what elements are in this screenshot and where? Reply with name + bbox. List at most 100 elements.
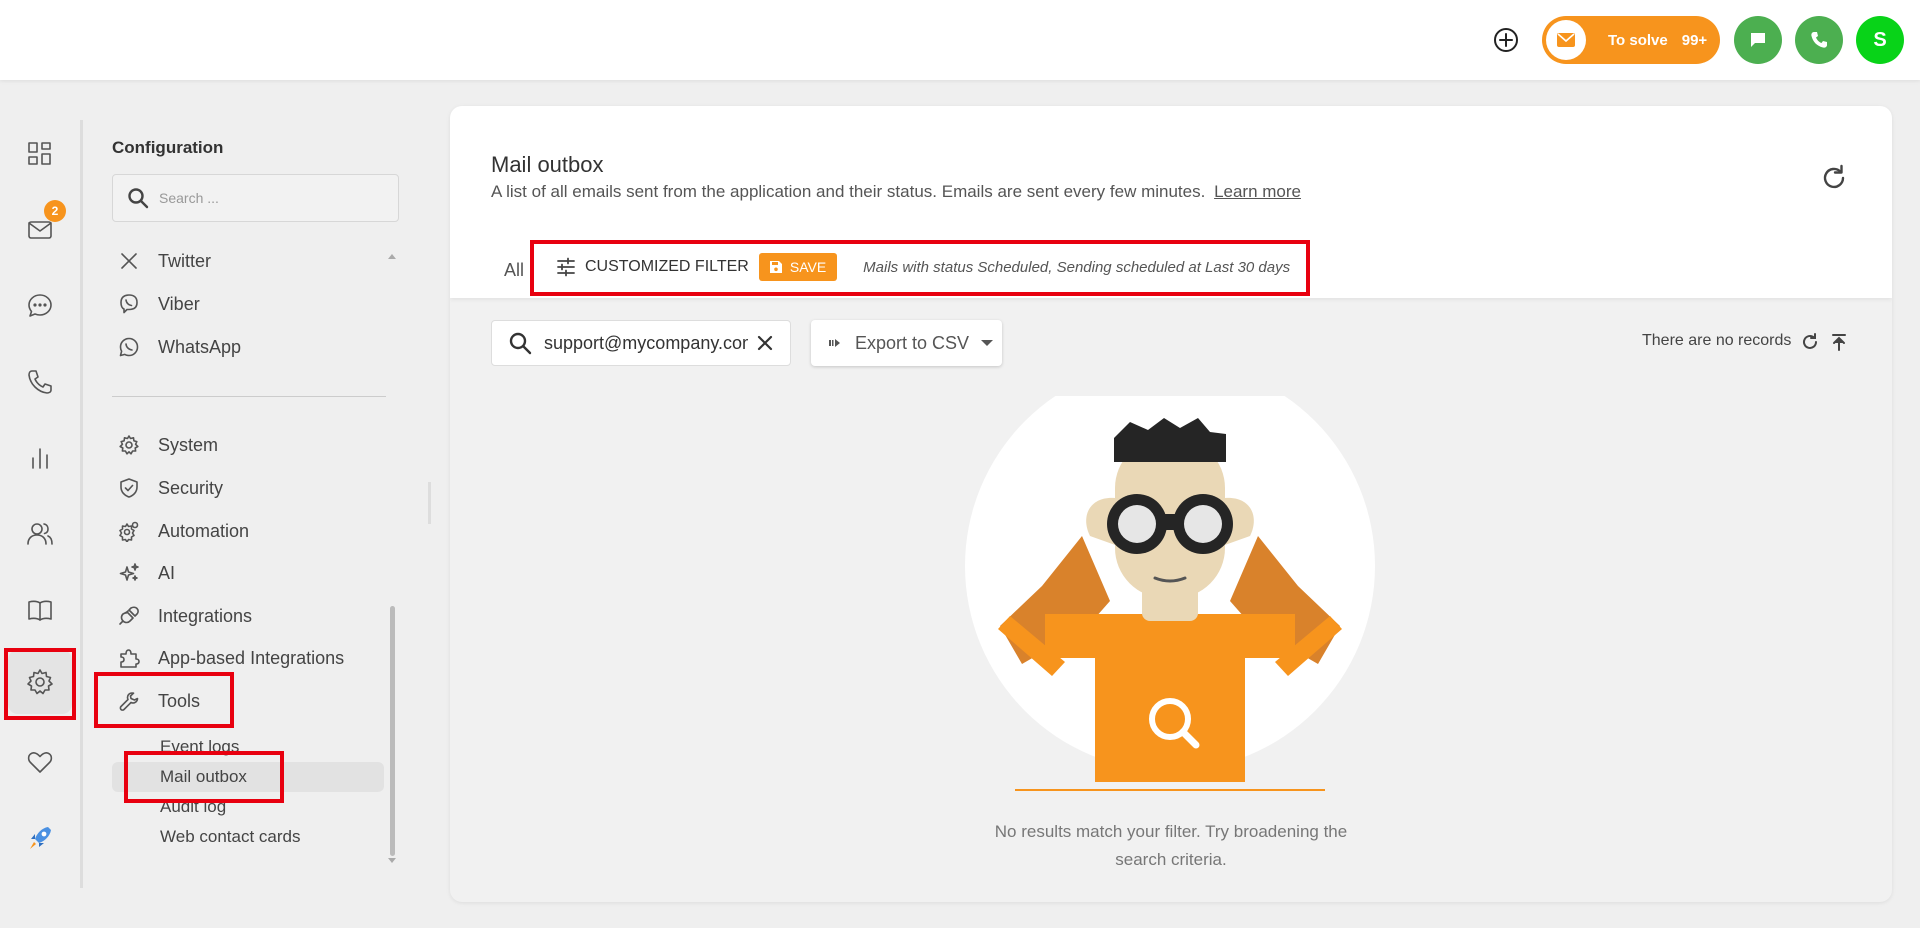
to-solve-count: 99+ (1681, 31, 1708, 49)
scroll-to-top-button[interactable] (1829, 332, 1849, 352)
automation-icon (119, 521, 139, 542)
nav-chat[interactable] (20, 286, 60, 326)
top-bar: To solve 99+ S (0, 0, 1920, 80)
dashboard-icon (28, 142, 51, 165)
sidebar-item-tools[interactable]: Tools (118, 686, 200, 716)
customized-filter-tab[interactable]: CUSTOMIZED FILTER (556, 257, 749, 277)
empty-state-illustration (940, 386, 1400, 791)
sidebar-subitem-event-logs[interactable]: Event logs (160, 734, 239, 760)
chat-bubble-icon (1751, 33, 1765, 47)
sidebar-item-viber[interactable]: Viber (118, 289, 200, 319)
configuration-sidebar: Configuration Twitter Viber WhatsApp Sys… (94, 80, 400, 928)
refresh-button[interactable] (1818, 162, 1850, 194)
export-icon (829, 339, 840, 347)
shield-icon (120, 478, 138, 498)
rocket-icon (30, 827, 51, 849)
nav-getting-started[interactable] (20, 818, 60, 858)
sparkle-icon (119, 563, 139, 581)
puzzle-icon (120, 649, 140, 668)
nav-knowledge-base[interactable] (20, 590, 60, 630)
refresh-icon (1803, 333, 1817, 349)
sidebar-item-label: Integrations (158, 605, 253, 626)
sidebar-item-ai[interactable]: AI (118, 558, 175, 588)
sidebar-item-label: Automation (158, 520, 250, 541)
scroll-up-arrow[interactable] (388, 254, 396, 259)
sidebar-item-twitter[interactable]: Twitter (118, 246, 211, 276)
sidebar-scrollbar[interactable] (386, 250, 398, 866)
sidebar-item-automation[interactable]: Automation (118, 516, 249, 546)
sidebar-subitem-web-contact-cards[interactable]: Web contact cards (160, 824, 300, 850)
filter-sliders-icon (557, 257, 575, 277)
nav-settings[interactable] (8, 650, 72, 714)
envelope-icon (1546, 20, 1586, 60)
sidebar-search[interactable] (112, 174, 399, 222)
whatsapp-icon (119, 337, 139, 357)
page-description: A list of all emails sent from the appli… (491, 182, 1301, 202)
to-solve-button[interactable]: To solve 99+ (1542, 16, 1720, 64)
viber-icon (120, 294, 138, 314)
search-filter-chip[interactable]: support@mycompany.com (491, 320, 791, 366)
nav-dashboard[interactable] (20, 134, 60, 174)
gear-icon (27, 669, 53, 695)
sidebar-item-whatsapp[interactable]: WhatsApp (118, 332, 241, 362)
sidebar-subitem-audit-log[interactable]: Audit log (160, 794, 226, 820)
sidebar-item-integrations[interactable]: Integrations (118, 601, 252, 631)
x-icon (121, 253, 137, 269)
empty-state-message: No results match your filter. Try broade… (994, 822, 1348, 869)
nav-calls[interactable] (20, 362, 60, 402)
records-status: There are no records (1642, 332, 1792, 349)
main-nav-rail: 2 (0, 80, 80, 928)
page-title: Mail outbox (491, 152, 604, 177)
gear-icon (119, 435, 139, 455)
wrench-icon (119, 692, 139, 711)
reload-records-button[interactable] (1800, 332, 1820, 352)
active-item-background (112, 762, 384, 792)
nav-mail[interactable]: 2 (20, 200, 66, 250)
filter-description: Mails with status Scheduled, Sending sch… (863, 258, 1291, 276)
sidebar-item-app-based-integrations[interactable]: App-based Integrations (118, 643, 344, 673)
sidebar-item-label: Twitter (158, 250, 212, 271)
refresh-icon (1823, 164, 1845, 189)
chat-icon (28, 294, 52, 317)
reports-icon (32, 448, 48, 469)
plug-icon (119, 606, 139, 625)
user-avatar[interactable]: S (1856, 16, 1904, 64)
sidebar-search-input[interactable] (159, 190, 379, 206)
sidebar-separator (112, 396, 386, 397)
search-value[interactable]: support@mycompany.com (544, 333, 748, 354)
sidebar-resize-handle[interactable] (428, 482, 431, 524)
rail-divider (80, 120, 83, 888)
sidebar-subitem-mail-outbox[interactable]: Mail outbox (160, 764, 247, 790)
chat-button[interactable] (1734, 16, 1782, 64)
nav-reports[interactable] (20, 438, 60, 478)
clear-search-button[interactable] (756, 334, 774, 352)
sidebar-item-system[interactable]: System (118, 430, 218, 460)
sidebar-item-label: Tools (158, 690, 201, 711)
sidebar-item-label: AI (158, 562, 176, 583)
sidebar-title: Configuration (112, 138, 224, 157)
floppy-disk-icon (769, 261, 782, 273)
to-solve-label: To solve (1608, 31, 1668, 49)
scroll-down-arrow[interactable] (388, 858, 396, 863)
search-icon (509, 332, 532, 355)
export-csv-button[interactable]: Export to CSV (811, 320, 1002, 366)
sidebar-item-security[interactable]: Security (118, 473, 223, 503)
learn-more-link[interactable]: Learn more (1214, 182, 1301, 201)
customized-filter-bar: CUSTOMIZED FILTER SAVE Mails with status… (532, 242, 1310, 292)
save-filter-button[interactable]: SAVE (758, 253, 838, 281)
sidebar-item-label: Viber (158, 293, 200, 314)
sidebar-item-label: App-based Integrations (158, 647, 345, 668)
nav-favorites[interactable] (20, 742, 60, 782)
sidebar-item-label: WhatsApp (158, 336, 242, 357)
nav-contacts[interactable] (20, 514, 60, 554)
add-icon[interactable] (1492, 26, 1520, 54)
export-label: Export to CSV (855, 332, 970, 353)
scrollbar-thumb[interactable] (390, 606, 395, 856)
tab-all[interactable]: All (504, 260, 524, 281)
customized-filter-label: CUSTOMIZED FILTER (585, 258, 749, 275)
search-icon (128, 188, 149, 209)
book-icon (28, 600, 52, 621)
phone-button[interactable] (1795, 16, 1843, 64)
arrow-up-to-line-icon (1832, 334, 1846, 351)
sidebar-item-label: System (158, 434, 219, 455)
